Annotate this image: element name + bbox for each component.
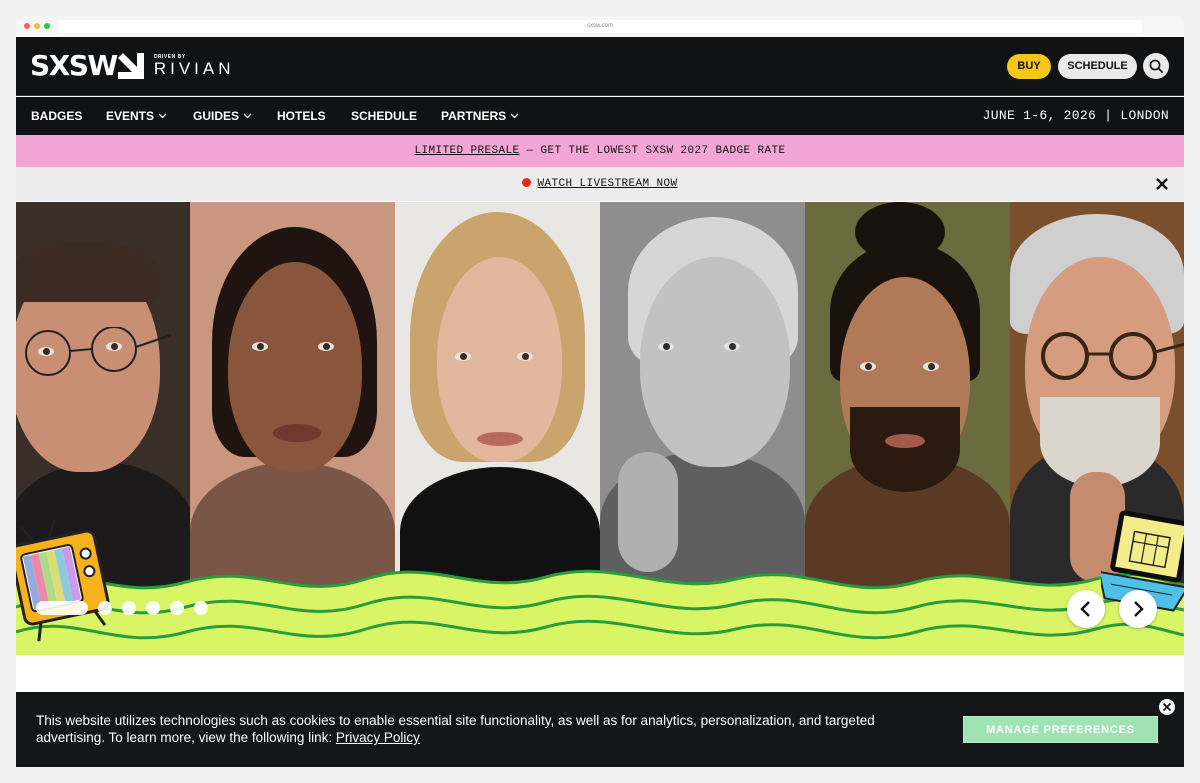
logo-arrow-icon [117,53,144,79]
manage-preferences-button[interactable]: MANAGE PREFERENCES [963,716,1158,743]
carousel-dot[interactable] [36,601,88,615]
window-controls [24,23,50,29]
carousel-dot[interactable] [146,601,160,615]
event-date-location: JUNE 1-6, 2026 | LONDON [982,108,1169,123]
nav-item-schedule[interactable]: SCHEDULE [351,97,417,135]
carousel-pagination [36,601,208,615]
carousel-dot[interactable] [98,601,112,615]
carousel-dot[interactable] [194,601,208,615]
address-bar[interactable]: sxsw.com [58,20,1142,33]
nav-label: HOTELS [277,109,326,123]
cookie-text: This website utilizes technologies such … [36,713,875,745]
chevron-left-icon [1080,601,1090,617]
glasses-shape [25,327,172,376]
nav-item-badges[interactable]: BADGES [31,97,82,135]
photo-shape [640,257,790,467]
photo-shape [455,352,471,361]
carousel-next-button[interactable] [1119,590,1157,628]
speaker-photo [395,202,600,597]
search-button[interactable] [1143,53,1169,79]
photo-shape [517,352,533,361]
photo-shape [16,242,160,302]
logo-rivian: RIVIAN [153,59,235,78]
nav-label: EVENTS [106,109,155,123]
photo-shape [318,342,334,351]
photo-shape [923,362,939,371]
buy-button[interactable]: BUY [1007,54,1051,79]
chevron-down-icon [243,113,252,119]
main-nav: BADGES EVENTS GUIDES HOTELS SCHEDULE PAR… [16,97,1184,135]
cookie-banner: This website utilizes technologies such … [16,692,1184,767]
logo-sponsor: DRIVEN BY RIVIAN [154,54,235,78]
privacy-policy-link[interactable]: Privacy Policy [336,730,420,745]
speaker-photo [600,202,805,592]
speaker-photo [805,202,1010,597]
presale-banner: LIMITED PRESALE — GET THE LOWEST SXSW 20… [16,135,1184,167]
photo-shape [885,434,925,448]
photo-shape [658,342,674,351]
photo-shape [860,362,876,371]
close-icon [1162,702,1172,712]
presale-text: — GET THE LOWEST SXSW 2027 BADGE RATE [519,145,786,157]
maximize-window-icon[interactable] [44,23,50,29]
page: SXSW DRIVEN BY RIVIAN BUY SCHEDULE BADGE… [16,37,1184,767]
nav-item-events[interactable]: EVENTS [106,97,167,135]
chevron-down-icon [510,113,519,119]
speaker-photo [190,202,395,602]
chevron-down-icon [158,113,167,119]
live-indicator-icon [522,178,532,187]
livestream-link[interactable]: WATCH LIVESTREAM NOW [537,178,677,190]
presale-link[interactable]: LIMITED PRESALE [414,145,519,157]
chevron-right-icon [1134,601,1144,617]
photo-shape [724,342,740,351]
minimize-window-icon[interactable] [34,23,40,29]
nav-item-hotels[interactable]: HOTELS [277,97,326,135]
nav-item-guides[interactable]: GUIDES [193,97,252,135]
photo-shape [477,432,523,446]
logo-wordmark: SXSW [30,49,118,82]
close-window-icon[interactable] [24,23,30,29]
cookie-message: This website utilizes technologies such … [36,712,936,746]
tv-illustration-icon [16,518,110,642]
nav-label: SCHEDULE [351,109,418,123]
search-icon [1149,59,1163,73]
site-header: SXSW DRIVEN BY RIVIAN BUY SCHEDULE [16,37,1184,96]
nav-item-partners[interactable]: PARTNERS [441,97,519,135]
cookie-close-button[interactable] [1157,697,1177,717]
photo-shape [618,452,678,572]
carousel-prev-button[interactable] [1067,590,1105,628]
nav-label: BADGES [31,109,83,123]
livestream-banner: WATCH LIVESTREAM NOW [16,167,1184,201]
carousel-dot[interactable] [170,601,184,615]
photo-shape [850,407,960,492]
nav-label: GUIDES [193,109,240,123]
carousel-dot[interactable] [122,601,136,615]
browser-chrome: sxsw.com [16,16,1184,37]
sxsw-logo[interactable]: SXSW DRIVEN BY RIVIAN [30,51,235,81]
glasses-shape [1041,332,1184,380]
close-icon[interactable] [1154,176,1170,192]
schedule-button[interactable]: SCHEDULE [1058,54,1137,79]
hero-carousel[interactable] [16,202,1184,655]
photo-shape [252,342,268,351]
nav-label: PARTNERS [441,109,507,123]
photo-shape [273,424,321,442]
